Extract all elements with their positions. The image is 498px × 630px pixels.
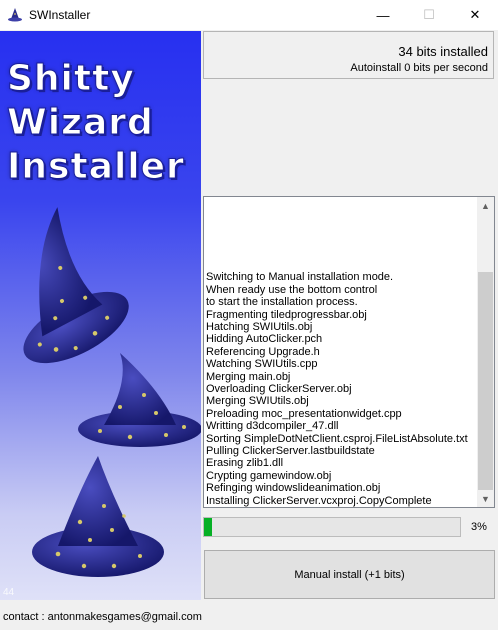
log-line: Merging SWIUtils.obj xyxy=(206,395,309,408)
close-button[interactable]: ✕ xyxy=(452,0,498,30)
window-title: SWInstaller xyxy=(29,8,91,22)
progress-fill xyxy=(204,518,212,536)
log-lines: Switching to Manual installation mode. Wh… xyxy=(206,271,478,507)
log-line: Writting d3dcompiler_47.dll xyxy=(206,420,339,433)
chevron-up-icon: ▲ xyxy=(481,200,490,211)
minimize-button[interactable]: — xyxy=(360,0,406,30)
scroll-thumb[interactable] xyxy=(478,272,493,490)
title-bar[interactable]: SWInstaller — ☐ ✕ xyxy=(0,0,498,30)
log-line: When ready use the bottom control xyxy=(206,283,378,296)
autoinstall-rate-label: Autoinstall 0 bits per second xyxy=(350,62,488,74)
maximize-button[interactable]: ☐ xyxy=(406,0,452,30)
log-line: Refinging windowslideanimation.obj xyxy=(206,482,381,495)
manual-install-label: Manual install (+1 bits) xyxy=(294,568,405,581)
installer-banner: Shitty Wizard Installer 44 xyxy=(0,31,201,600)
banner-title-line: Installer xyxy=(7,146,185,188)
log-line: Switching to Manual installation mode. xyxy=(206,271,394,284)
log-line: Hidding AutoClicker.pch xyxy=(206,333,323,346)
log-line: Installing ClickerServer.vcxproj.CopyCom… xyxy=(206,494,432,507)
log-line: Overloading ClickerServer.obj xyxy=(206,382,352,395)
log-line: Referencing Upgrade.h xyxy=(206,345,320,358)
log-line: Fragmenting tiledprogressbar.obj xyxy=(206,308,367,321)
log-line: Pulling ClickerServer.lastbuildstate xyxy=(206,444,375,457)
install-progress-bar xyxy=(203,517,461,537)
scroll-up-button[interactable]: ▲ xyxy=(477,197,494,214)
bits-installed-label: 34 bits installed xyxy=(398,44,488,59)
log-line: Merging main.obj xyxy=(206,370,291,383)
chevron-down-icon: ▼ xyxy=(481,493,490,504)
wizard-hat-icon xyxy=(8,8,22,22)
log-scrollbar[interactable]: ▲ ▼ xyxy=(477,197,494,507)
log-line: Preloading moc_presentationwidget.cpp xyxy=(206,407,402,420)
banner-counter: 44 xyxy=(3,587,15,598)
banner-title: Shitty Wizard Installer xyxy=(7,57,185,189)
status-panel: 34 bits installed Autoinstall 0 bits per… xyxy=(203,31,494,79)
log-line: Crypting gamewindow.obj xyxy=(206,469,332,482)
banner-title-line: Shitty xyxy=(7,58,135,100)
progress-percent: 3% xyxy=(471,521,487,533)
manual-install-button[interactable]: Manual install (+1 bits) xyxy=(204,550,495,599)
install-log[interactable]: Switching to Manual installation mode. Wh… xyxy=(203,196,495,508)
contact-label: contact : antonmakesgames@gmail.com xyxy=(3,611,202,623)
banner-title-line: Wizard xyxy=(7,102,154,144)
log-line: Sorting SimpleDotNetClient.csproj.FileLi… xyxy=(206,432,468,445)
log-line: Hatching SWIUtils.obj xyxy=(206,320,313,333)
log-line: to start the installation process. xyxy=(206,296,358,309)
scroll-down-button[interactable]: ▼ xyxy=(477,490,494,507)
log-line: Erasing zlib1.dll xyxy=(206,457,284,470)
maximize-icon: ☐ xyxy=(423,7,435,22)
log-line: Watching SWIUtils.cpp xyxy=(206,358,318,371)
close-icon: ✕ xyxy=(469,7,481,22)
minimize-icon: — xyxy=(376,7,390,23)
